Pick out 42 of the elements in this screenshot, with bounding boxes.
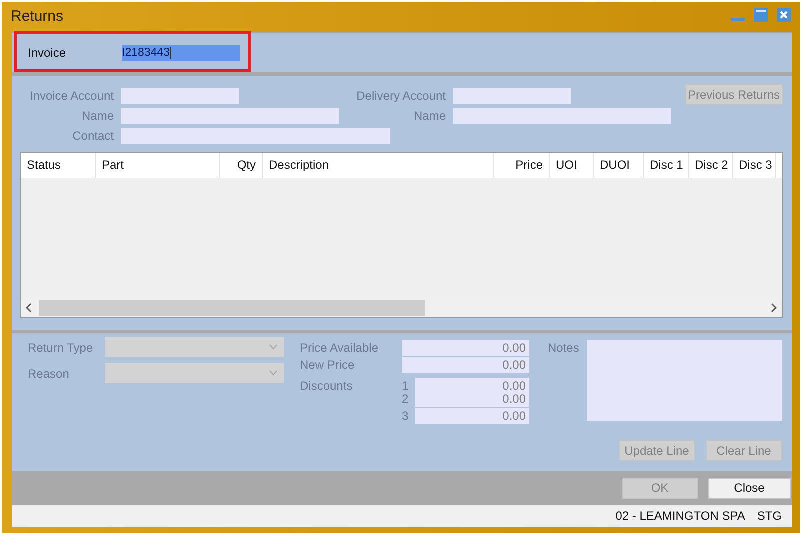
- field-label: Delivery Account: [356, 88, 447, 104]
- field-label: Notes: [548, 340, 580, 357]
- window-title: Returns: [11, 8, 64, 24]
- column-header[interactable]: UOI: [550, 153, 594, 178]
- column-header[interactable]: Part: [96, 153, 220, 178]
- column-header[interactable]: Status: [21, 153, 96, 178]
- column-header[interactable]: Price: [494, 153, 550, 178]
- discount-index: 1: [402, 378, 410, 390]
- scroll-left-icon[interactable]: [25, 303, 33, 313]
- maximize-icon[interactable]: [754, 8, 768, 22]
- column-header[interactable]: Disc 3: [733, 153, 776, 178]
- column-header[interactable]: Disc 1: [644, 153, 689, 178]
- field-label: New Price: [300, 357, 356, 373]
- column-header[interactable]: DUOI: [594, 153, 644, 178]
- chevron-down-icon: [269, 344, 278, 350]
- discount-index: 2: [402, 391, 410, 407]
- text-field[interactable]: [121, 128, 390, 144]
- field-label: Contact: [72, 128, 115, 144]
- field-label: Return Type: [27, 340, 94, 357]
- status-text: STG: [757, 509, 782, 523]
- invoice-field[interactable]: I2183443: [122, 44, 240, 60]
- field-label: Invoice: [28, 46, 68, 60]
- discount-index: 3: [402, 408, 410, 424]
- notes-field[interactable]: [587, 340, 782, 421]
- text-field[interactable]: [453, 108, 671, 124]
- close-button[interactable]: Close: [708, 478, 791, 498]
- field-label: Name: [80, 108, 115, 124]
- field-label: Reason: [27, 366, 70, 383]
- close-icon[interactable]: [777, 8, 791, 22]
- text-field[interactable]: [121, 108, 339, 124]
- chevron-down-icon: [269, 370, 278, 376]
- column-header[interactable]: Qty: [220, 153, 263, 178]
- field-label: Invoice Account: [28, 88, 115, 104]
- field-label: Price Available: [300, 340, 380, 356]
- field-label: Discounts: [300, 378, 354, 390]
- text-field[interactable]: [453, 88, 571, 104]
- status-text: 02 - LEAMINGTON SPA: [616, 509, 746, 523]
- column-header[interactable]: Description: [263, 153, 494, 178]
- column-header[interactable]: Disc 2: [689, 153, 733, 178]
- text-field[interactable]: [121, 88, 239, 104]
- field-label: Name: [412, 108, 447, 124]
- scroll-right-icon[interactable]: [770, 303, 778, 313]
